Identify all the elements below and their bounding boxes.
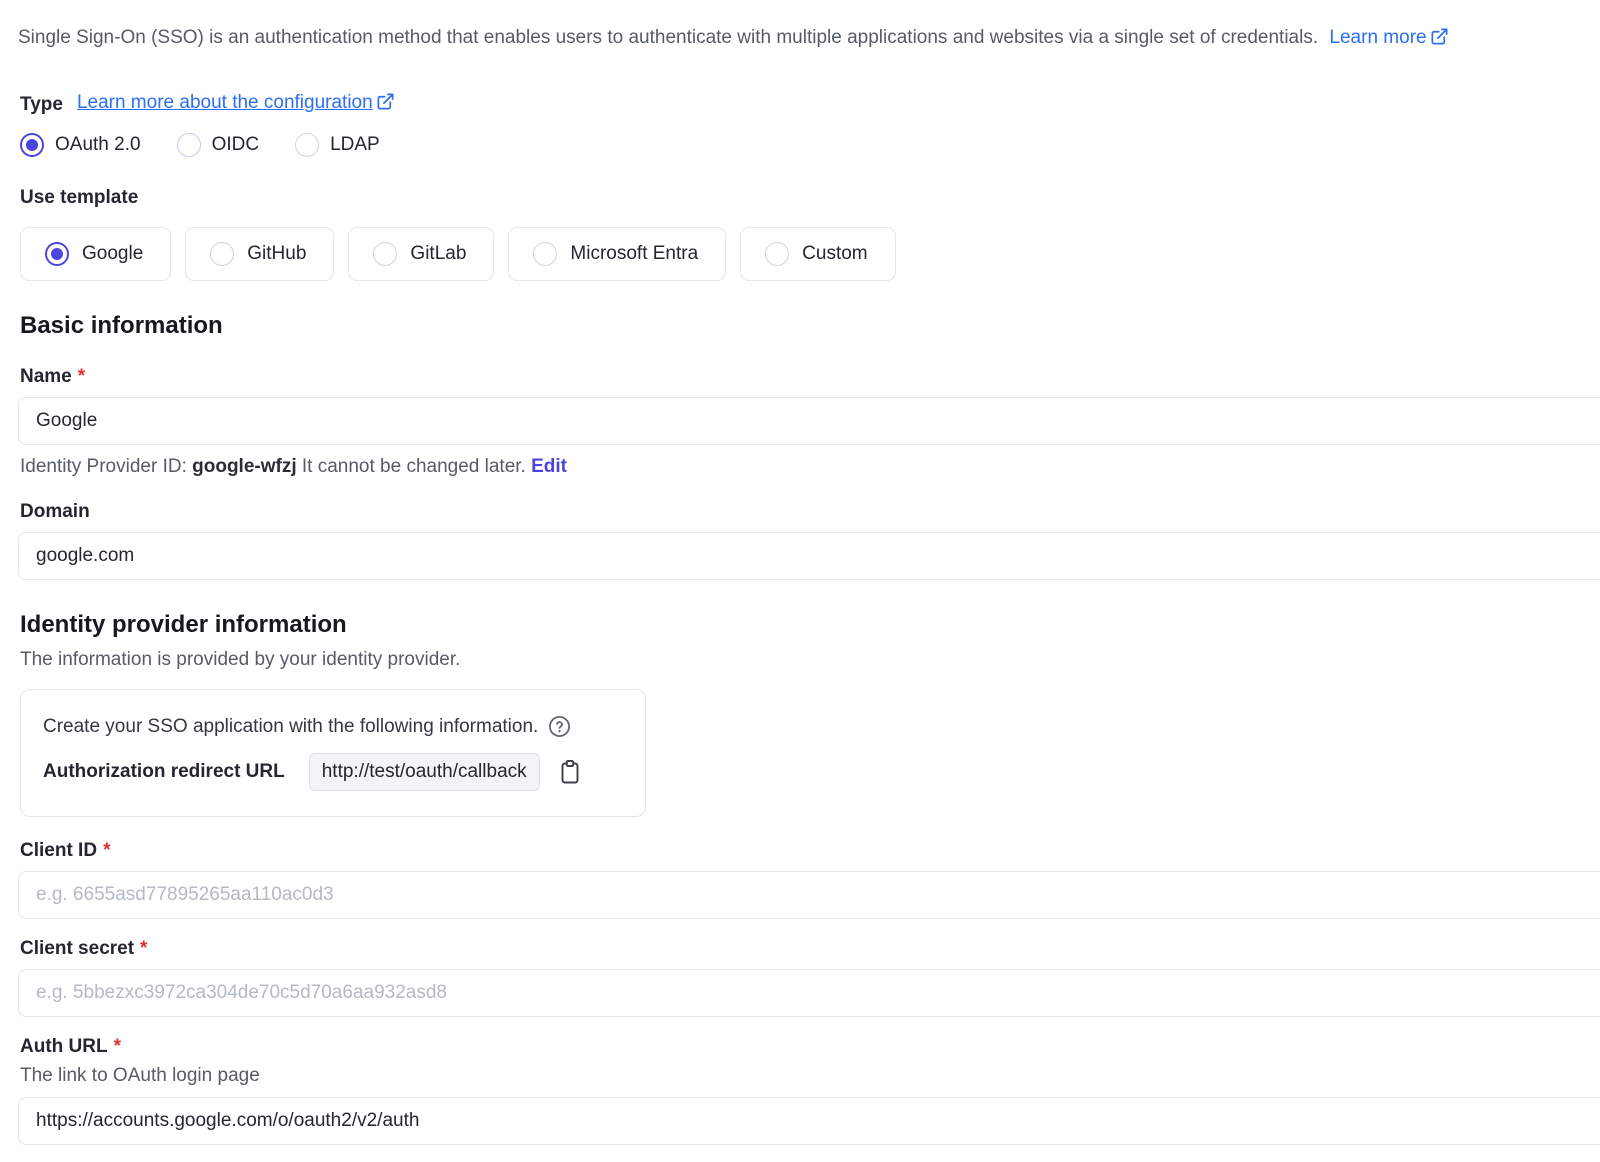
template-custom-label: Custom bbox=[802, 243, 867, 265]
sso-configuration-form: Single Sign-On (SSO) is an authenticatio… bbox=[0, 0, 1600, 1162]
radio-ldap[interactable]: LDAP bbox=[295, 133, 380, 157]
template-google-label: Google bbox=[82, 243, 143, 265]
template-card-gitlab[interactable]: GitLab bbox=[348, 227, 494, 281]
type-row: Type Learn more about the configuration bbox=[20, 90, 1600, 119]
idp-information-heading: Identity provider information bbox=[20, 610, 1600, 640]
help-icon[interactable] bbox=[548, 715, 571, 738]
radio-ldap-label: LDAP bbox=[330, 134, 380, 156]
template-github-label: GitHub bbox=[247, 243, 306, 265]
configuration-docs-label: Learn more about the configuration bbox=[77, 92, 373, 113]
radio-selected-icon bbox=[20, 133, 44, 157]
auth-url-label-row: Auth URL * bbox=[20, 1035, 1600, 1059]
required-asterisk: * bbox=[114, 1035, 121, 1059]
template-gitlab-label: GitLab bbox=[410, 243, 466, 265]
external-link-icon bbox=[376, 92, 395, 119]
redirect-url-value[interactable]: http://test/oauth/callback bbox=[309, 753, 540, 791]
idp-id-suffix: It cannot be changed later. bbox=[302, 456, 526, 477]
radio-unselected-icon bbox=[177, 133, 201, 157]
sso-description-text: Single Sign-On (SSO) is an authenticatio… bbox=[18, 27, 1318, 48]
client-secret-input[interactable] bbox=[18, 969, 1600, 1017]
radio-unselected-icon bbox=[373, 242, 397, 266]
radio-unselected-icon bbox=[295, 133, 319, 157]
client-secret-label: Client secret bbox=[20, 937, 134, 961]
auth-url-description: The link to OAuth login page bbox=[20, 1063, 1600, 1089]
template-card-custom[interactable]: Custom bbox=[740, 227, 895, 281]
sso-card-instruction: Create your SSO application with the fol… bbox=[43, 716, 538, 738]
idp-id-value: google-wfzj bbox=[192, 456, 296, 477]
template-options: Google GitHub GitLab Microsoft Entra Cus… bbox=[20, 227, 1600, 281]
auth-url-input[interactable] bbox=[18, 1097, 1600, 1145]
redirect-url-label: Authorization redirect URL bbox=[43, 761, 285, 783]
required-asterisk: * bbox=[140, 937, 147, 961]
name-input[interactable] bbox=[18, 397, 1600, 445]
name-label: Name bbox=[20, 365, 72, 389]
sso-application-info-card: Create your SSO application with the fol… bbox=[20, 689, 646, 817]
radio-unselected-icon bbox=[765, 242, 789, 266]
sso-description: Single Sign-On (SSO) is an authenticatio… bbox=[18, 25, 1600, 54]
type-options: OAuth 2.0 OIDC LDAP bbox=[20, 133, 1600, 157]
copy-button[interactable] bbox=[558, 759, 582, 785]
radio-oidc[interactable]: OIDC bbox=[177, 133, 260, 157]
type-label: Type bbox=[20, 92, 63, 118]
radio-selected-icon bbox=[45, 242, 69, 266]
learn-more-link[interactable]: Learn more bbox=[1329, 27, 1448, 48]
client-id-input[interactable] bbox=[18, 871, 1600, 919]
client-id-label-row: Client ID * bbox=[20, 839, 1600, 863]
template-card-google[interactable]: Google bbox=[20, 227, 171, 281]
redirect-url-row: Authorization redirect URL http://test/o… bbox=[43, 753, 623, 791]
radio-oidc-label: OIDC bbox=[212, 134, 260, 156]
external-link-icon bbox=[1430, 27, 1449, 54]
radio-unselected-icon bbox=[533, 242, 557, 266]
required-asterisk: * bbox=[78, 365, 85, 389]
client-secret-label-row: Client secret * bbox=[20, 937, 1600, 961]
radio-oauth2-label: OAuth 2.0 bbox=[55, 134, 141, 156]
edit-link[interactable]: Edit bbox=[531, 456, 567, 477]
basic-information-heading: Basic information bbox=[20, 311, 1600, 341]
sso-card-instruction-row: Create your SSO application with the fol… bbox=[43, 715, 623, 738]
required-asterisk: * bbox=[103, 839, 110, 863]
idp-id-prefix: Identity Provider ID: bbox=[20, 456, 187, 477]
name-label-row: Name * bbox=[20, 365, 1600, 389]
domain-label-row: Domain bbox=[20, 500, 1600, 524]
radio-oauth2[interactable]: OAuth 2.0 bbox=[20, 133, 141, 157]
template-card-microsoft-entra[interactable]: Microsoft Entra bbox=[508, 227, 726, 281]
auth-url-label: Auth URL bbox=[20, 1035, 108, 1059]
radio-unselected-icon bbox=[210, 242, 234, 266]
use-template-label: Use template bbox=[20, 187, 1600, 209]
template-card-github[interactable]: GitHub bbox=[185, 227, 334, 281]
identity-provider-id-line: Identity Provider ID: google-wfzj It can… bbox=[20, 454, 1600, 480]
domain-input[interactable] bbox=[18, 532, 1600, 580]
template-entra-label: Microsoft Entra bbox=[570, 243, 698, 265]
idp-information-subtitle: The information is provided by your iden… bbox=[20, 647, 1600, 673]
client-id-label: Client ID bbox=[20, 839, 97, 863]
configuration-docs-link[interactable]: Learn more about the configuration bbox=[77, 90, 395, 119]
learn-more-label: Learn more bbox=[1329, 27, 1426, 48]
domain-label: Domain bbox=[20, 500, 90, 524]
